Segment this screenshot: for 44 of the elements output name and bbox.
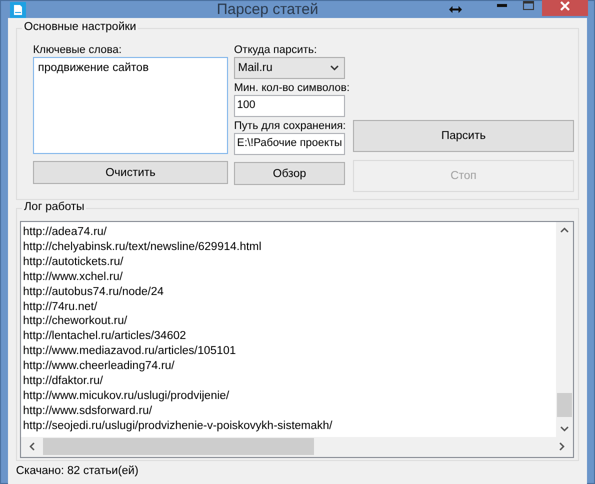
- maximize-icon: [523, 1, 534, 10]
- log-line: http://dfaktor.ru/: [23, 374, 104, 389]
- chevron-down-icon: [560, 426, 569, 432]
- log-line: http://www.mediazavod.ru/articles/105101: [23, 344, 237, 360]
- log-line: http://74ru.net/: [23, 300, 98, 314]
- group-legend: Лог работы: [22, 201, 86, 213]
- vertical-scrollbar[interactable]: [556, 222, 573, 437]
- min-chars-field[interactable]: 100: [234, 95, 345, 117]
- chevron-down-icon: [330, 65, 339, 71]
- scroll-thumb[interactable]: [557, 392, 572, 417]
- close-icon: [560, 0, 570, 10]
- log-line: http://www.cheerleading74.ru/: [23, 359, 176, 374]
- log-line: http://autobus74.ru/node/24: [23, 284, 165, 300]
- status-text: Скачано: 82 статьи(ей): [16, 464, 140, 479]
- field-label: Путь для сохранения:: [234, 119, 346, 133]
- log-line: http://autotickets.ru/: [23, 254, 124, 270]
- chevron-right-icon: [559, 442, 565, 452]
- document-icon: [10, 2, 26, 18]
- resize-cursor-icon: [449, 6, 462, 13]
- field-label: Мин. кол-во символов:: [234, 81, 350, 95]
- scroll-thumb[interactable]: [43, 438, 314, 456]
- log-line: http://lentachel.ru/articles/34602: [23, 329, 188, 344]
- keywords-field[interactable]: продвижение сайтов: [33, 57, 228, 154]
- clear-button[interactable]: Очистить: [33, 161, 228, 184]
- log-line: http://chelyabinsk.ru/text/newsline/629914.html: [23, 240, 262, 255]
- close-button[interactable]: [542, 0, 588, 16]
- log-line: http://www.micukov.ru/uslugi/prodvijenie/: [23, 388, 230, 404]
- save-path-field[interactable]: E:\!Рабочие проекты: [234, 133, 345, 155]
- log-line: http://www.xchel.ru/: [23, 270, 124, 285]
- log-line: http://cheworkout.ru/: [23, 314, 128, 330]
- window-title: Парсер статей: [216, 1, 320, 18]
- log-line: http://www.sdsforward.ru/: [23, 404, 154, 419]
- parse-button[interactable]: Парсить: [353, 120, 574, 152]
- horizontal-scrollbar[interactable]: [21, 436, 573, 457]
- field-label: Откуда парсить:: [234, 43, 317, 57]
- group-legend: Основные настройки: [22, 21, 138, 33]
- field-label: Ключевые слова:: [33, 43, 122, 57]
- chevron-left-icon: [29, 442, 35, 452]
- minimize-icon: [496, 4, 506, 7]
- log-line: http://seojedi.ru/uslugi/prodvizhenie-v-poiskovykh-sistemakh/: [23, 418, 334, 434]
- chevron-up-icon: [560, 227, 569, 233]
- log-line: http://adea74.ru/: [23, 225, 108, 240]
- browse-button[interactable]: Обзор: [234, 162, 345, 185]
- source-dropdown[interactable]: Mail.ru: [234, 57, 345, 79]
